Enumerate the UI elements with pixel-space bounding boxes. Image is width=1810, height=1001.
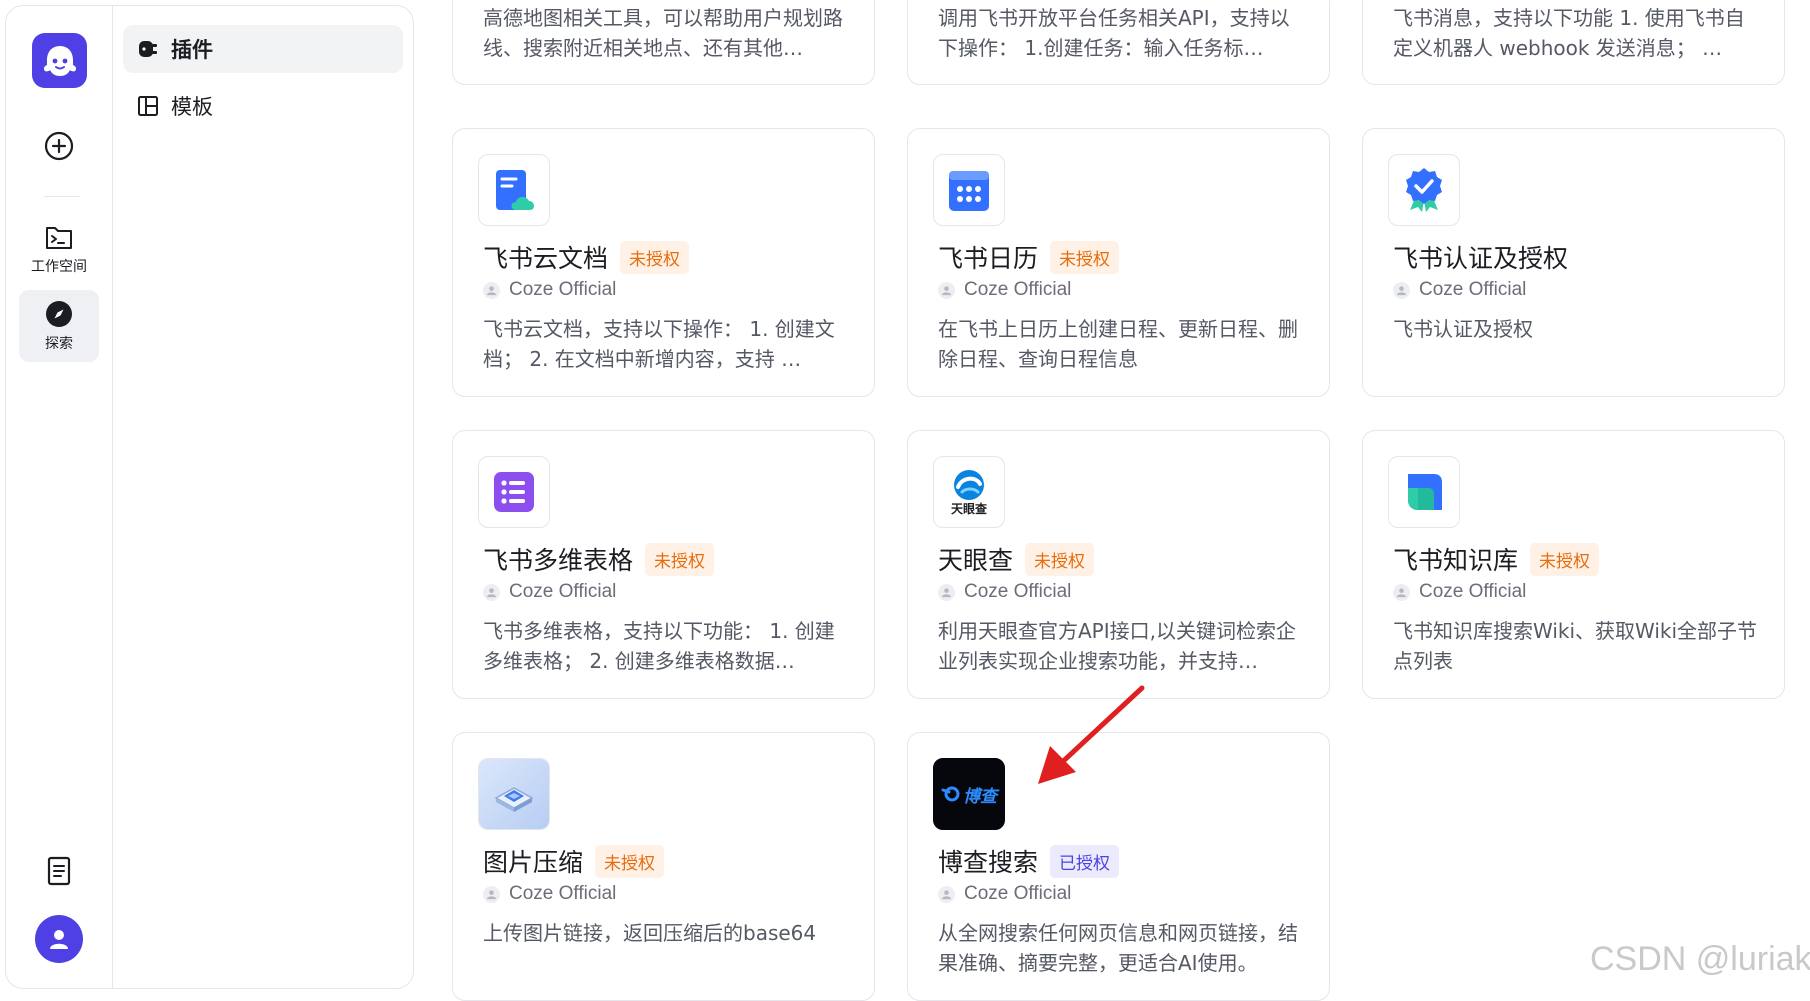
plugin-card-image-compress[interactable]: 图片压缩 未授权 Coze Official 上传图片链接，返回压缩后的base… (452, 732, 875, 1001)
bocha-search-icon: 博查 (933, 758, 1005, 830)
author-name: Coze Official (509, 581, 617, 602)
rail-item-label: 探索 (45, 336, 73, 352)
plugin-title: 飞书云文档 (483, 244, 609, 273)
avatar (35, 915, 83, 963)
bocha-wordmark: 博查 (963, 786, 997, 807)
plugin-title: 飞书知识库 (1393, 546, 1519, 575)
author-name: Coze Official (964, 279, 1072, 300)
layout-template-icon (135, 93, 161, 119)
plugin-description: 飞书知识库搜索Wiki、获取Wiki全部子节点列表 (1393, 619, 1758, 673)
plugin-description: 飞书多维表格，支持以下功能： 1. 创建多维表格； 2. 创建多维表格数据… (483, 619, 835, 673)
auth-status-badge: 未授权 (1050, 240, 1120, 274)
plugin-card[interactable]: 调用飞书开放平台任务相关API，支持以下操作： 1.创建任务：输入任务标… (907, 0, 1330, 85)
rail-item-label: 工作空间 (31, 259, 87, 275)
plugin-description: 飞书消息，支持以下功能 1. 使用飞书自定义机器人 webhook 发送消息； … (1393, 6, 1745, 60)
watermark: CSDN @luriak (1590, 940, 1810, 978)
author-avatar-icon (938, 885, 955, 903)
subnav-item-label: 插件 (171, 38, 213, 62)
feishu-doc-icon (478, 154, 550, 226)
feishu-wiki-icon (1388, 456, 1460, 528)
create-button[interactable] (19, 121, 99, 171)
author-avatar-icon (483, 885, 500, 903)
plugin-description: 上传图片链接，返回压缩后的base64 (483, 921, 817, 945)
author-name: Coze Official (964, 883, 1072, 904)
plugin-author: Coze Official (1393, 581, 1526, 603)
author-name: Coze Official (509, 883, 617, 904)
document-icon (47, 856, 71, 886)
author-name: Coze Official (964, 581, 1072, 602)
plugin-card-feishu-calendar[interactable]: 飞书日历 未授权 Coze Official 在飞书上日历上创建日程、更新日程、… (907, 128, 1330, 397)
plugin-author: Coze Official (1393, 279, 1526, 301)
feishu-bitable-icon (478, 456, 550, 528)
rail-divider (44, 196, 80, 197)
secondary-sidebar: 插件 模板 (112, 5, 414, 989)
plugin-title: 天眼查 (938, 546, 1014, 575)
plugin-author: Coze Official (483, 581, 616, 603)
plugin-description: 飞书云文档，支持以下操作： 1. 创建文档； 2. 在文档中新增内容，支持 … (483, 317, 835, 371)
plus-circle-icon (44, 131, 74, 161)
subnav-item-label: 模板 (171, 95, 213, 119)
auth-status-badge: 未授权 (595, 844, 665, 878)
image-compress-icon (478, 758, 550, 830)
user-icon (50, 930, 68, 949)
auth-status-badge: 未授权 (1530, 542, 1600, 576)
annotation-arrow-icon (1038, 685, 1145, 784)
plugin-card[interactable]: 高德地图相关工具，可以帮助用户规划路线、搜索附近相关地点、还有其他… (452, 0, 875, 85)
feishu-calendar-icon (933, 154, 1005, 226)
auth-status-badge: 未授权 (1025, 542, 1095, 576)
plugin-author: Coze Official (938, 279, 1071, 301)
plugin-author: Coze Official (938, 883, 1071, 905)
plugin-author: Coze Official (938, 581, 1071, 603)
author-avatar-icon (938, 583, 955, 601)
terminal-folder-icon (46, 227, 72, 249)
author-avatar-icon (483, 281, 500, 299)
user-avatar-button[interactable] (19, 911, 99, 967)
author-name: Coze Official (509, 279, 617, 300)
docs-button[interactable] (19, 846, 99, 896)
plugin-title: 图片压缩 (483, 848, 584, 877)
author-name: Coze Official (1419, 279, 1527, 300)
plugin-title: 博查搜索 (938, 848, 1039, 877)
coze-logo-icon (43, 45, 76, 76)
auth-status-badge: 已授权 (1050, 844, 1120, 878)
plugin-title: 飞书日历 (938, 244, 1039, 273)
plugin-title: 飞书认证及授权 (1393, 244, 1569, 273)
plugin-title: 飞书多维表格 (483, 546, 634, 575)
left-rail: 工作空间 探索 (5, 5, 112, 989)
plugin-author: Coze Official (483, 279, 616, 301)
rail-item-workspace[interactable]: 工作空间 (19, 216, 99, 284)
plugin-card-feishu-auth[interactable]: 飞书认证及授权 Coze Official 飞书认证及授权 (1362, 128, 1785, 397)
plug-icon (135, 36, 161, 62)
plugin-description: 飞书认证及授权 (1393, 317, 1533, 341)
author-avatar-icon (483, 583, 500, 601)
subnav-item-plugins[interactable]: 插件 (123, 25, 403, 73)
plugin-description: 从全网搜索任何网页信息和网页链接，结果准确、摘要完整，更适合AI使用。 (938, 921, 1298, 975)
subnav-item-templates[interactable]: 模板 (123, 82, 403, 130)
plugin-description: 利用天眼查官方API接口,以关键词检索企业列表实现企业搜索功能，并支持… (938, 619, 1296, 673)
author-avatar-icon (1393, 281, 1410, 299)
plugin-author: Coze Official (483, 883, 616, 905)
tianyancha-icon: 天眼查 (933, 456, 1005, 528)
compass-icon (46, 301, 72, 327)
auth-status-badge: 未授权 (620, 240, 690, 274)
rail-item-explore[interactable]: 探索 (19, 290, 99, 362)
plugin-description: 调用飞书开放平台任务相关API，支持以下操作： 1.创建任务：输入任务标… (938, 6, 1290, 60)
plugin-card[interactable]: 飞书消息，支持以下功能 1. 使用飞书自定义机器人 webhook 发送消息； … (1362, 0, 1785, 85)
coze-logo[interactable] (32, 33, 87, 88)
feishu-auth-icon (1388, 154, 1460, 226)
plugin-card-feishu-wiki[interactable]: 飞书知识库 未授权 Coze Official 飞书知识库搜索Wiki、获取Wi… (1362, 430, 1785, 699)
plugin-card-feishu-bitable[interactable]: 飞书多维表格 未授权 Coze Official 飞书多维表格，支持以下功能： … (452, 430, 875, 699)
author-avatar-icon (1393, 583, 1410, 601)
author-name: Coze Official (1419, 581, 1527, 602)
auth-status-badge: 未授权 (645, 542, 715, 576)
plugin-description: 在飞书上日历上创建日程、更新日程、删除日程、查询日程信息 (938, 317, 1298, 371)
tianyancha-wordmark: 天眼查 (950, 502, 987, 516)
plugin-card-feishu-doc[interactable]: 飞书云文档 未授权 Coze Official 飞书云文档，支持以下操作： 1.… (452, 128, 875, 397)
plugin-description: 高德地图相关工具，可以帮助用户规划路线、搜索附近相关地点、还有其他… (483, 6, 843, 60)
plugin-card-tianyancha[interactable]: 天眼查 天眼查 未授权 Coze Official 利用天眼查官方API接口,以… (907, 430, 1330, 699)
author-avatar-icon (938, 281, 955, 299)
